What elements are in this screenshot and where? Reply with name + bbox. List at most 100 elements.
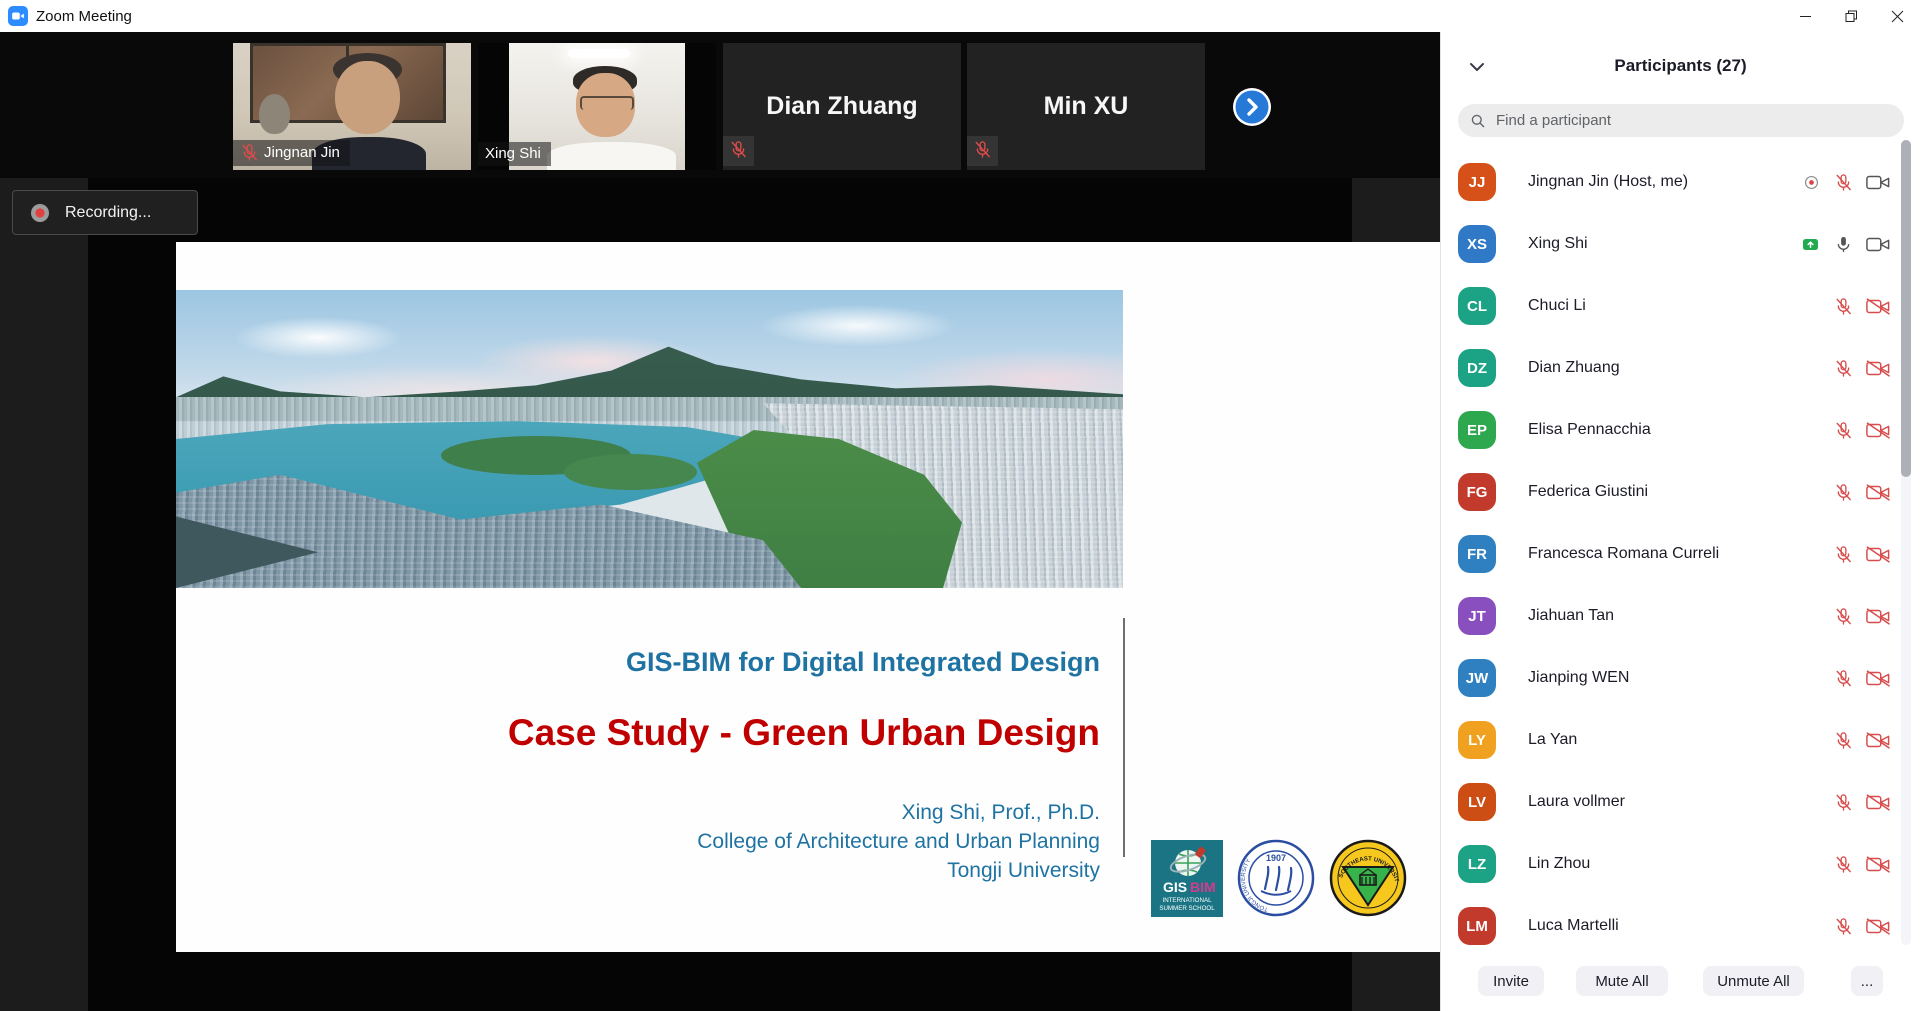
participant-status-icons [1834,917,1890,936]
mic-on-icon [1834,235,1853,254]
mic-muted-icon [1834,545,1853,564]
participant-status-icons [1834,607,1890,626]
record-indicator-icon [1802,173,1821,192]
search-input[interactable] [1494,111,1892,130]
participants-panel: Participants (27) JJ Jingnan Jin (Host, m… [1440,32,1920,1011]
participant-row[interactable]: FGFederica Giustini [1441,461,1920,523]
mic-muted-icon [973,140,992,159]
camera-off-icon [1866,422,1890,439]
avatar: JJ [1458,163,1496,201]
participant-row[interactable]: LZLin Zhou [1441,833,1920,895]
camera-off-icon [1866,546,1890,563]
mic-muted-icon [1834,669,1853,688]
mic-muted-icon [1834,855,1853,874]
camera-off-icon [1866,484,1890,501]
close-button[interactable] [1874,0,1920,32]
camera-on-icon [1866,174,1890,191]
more-options-button[interactable]: ... [1851,966,1883,996]
avatar: FR [1458,535,1496,573]
participant-name: Dian Zhuang [1528,359,1620,377]
tile-name-label: Xing Shi [478,142,551,166]
minimize-button[interactable] [1782,0,1828,32]
avatar: JT [1458,597,1496,635]
participants-title: Participants (27) [1441,56,1920,76]
zoom-app-window: Zoom Meeting Jingnan Jin Xing ShiDian Zh… [0,0,1920,1011]
participant-row[interactable]: XS Xing Shi [1441,213,1920,275]
presentation-slide: GIS-BIM for Digital Integrated Design Ca… [176,242,1440,952]
window-controls [1782,0,1920,32]
participant-row[interactable]: CLChuci Li [1441,275,1920,337]
camera-off-icon [1866,918,1890,935]
shared-screen-letterbox: GIS-BIM for Digital Integrated Design Ca… [88,178,1352,1011]
video-tile[interactable]: Jingnan Jin [233,43,471,170]
participant-name: Chuci Li [1528,297,1586,315]
scrollbar-track[interactable] [1901,140,1911,945]
unmute-all-button[interactable]: Unmute All [1703,966,1804,996]
camera-off-icon [1866,856,1890,873]
participant-name: Federica Giustini [1528,483,1648,501]
mic-muted-icon [1834,731,1853,750]
participant-name: Xing Shi [1528,235,1588,253]
participant-status-icons [1834,359,1890,378]
participant-row[interactable]: LY La Yan [1441,709,1920,771]
slide-subtitle: GIS-BIM for Digital Integrated Design [626,647,1100,678]
participant-row[interactable]: EP Elisa Pennacchia [1441,399,1920,461]
video-tile[interactable]: Xing Shi [478,43,716,170]
video-tile[interactable]: Dian Zhuang [723,43,961,170]
camera-off-icon [1866,732,1890,749]
screen-share-icon [1800,235,1821,254]
southeast-university-seal: SOUTHEAST UNIVERSITY [1329,839,1407,917]
participant-row[interactable]: JW Jianping WEN [1441,647,1920,709]
participant-status-icons [1834,297,1890,316]
recording-dot-icon [31,204,49,222]
tile-participant-name: Min XU [967,43,1205,170]
camera-off-icon [1866,794,1890,811]
camera-off-icon [1866,608,1890,625]
tongji-university-seal: 1907 TONGJI UNIVERSITY [1237,839,1315,917]
restore-button[interactable] [1828,0,1874,32]
avatar: LV [1458,783,1496,821]
video-strip: Jingnan Jin Xing Shi Dian ZhuangMin XU [0,32,1440,178]
next-videos-button[interactable] [1232,87,1272,127]
mic-muted-icon [240,143,259,162]
svg-text:BIM: BIM [1190,879,1216,895]
participant-row[interactable]: DZDian Zhuang [1441,337,1920,399]
participant-name: Elisa Pennacchia [1528,421,1651,439]
svg-text:INTERNATIONAL: INTERNATIONAL [1162,897,1212,904]
participant-name: Jingnan Jin (Host, me) [1528,173,1688,191]
avatar: XS [1458,225,1496,263]
participant-row[interactable]: JJ Jingnan Jin (Host, me) [1441,151,1920,213]
participant-name: Lin Zhou [1528,855,1590,873]
mic-muted-icon [1834,917,1853,936]
avatar: JW [1458,659,1496,697]
search-icon [1470,113,1486,129]
mute-all-button[interactable]: Mute All [1576,966,1668,996]
recording-label: Recording... [65,204,151,222]
mic-muted-icon [1834,483,1853,502]
participant-name: Luca Martelli [1528,917,1619,935]
participants-footer: Invite Mute All Unmute All... [1441,966,1920,996]
participant-row[interactable]: JTJiahuan Tan [1441,585,1920,647]
mic-muted-icon [729,140,748,159]
participants-header: Participants (27) [1441,56,1920,84]
tile-name-label: Jingnan Jin [233,140,350,166]
participant-list: JJ Jingnan Jin (Host, me) XS Xing Shi CLChuc… [1441,151,1920,957]
participant-name: Jianping WEN [1528,669,1629,687]
scrollbar-thumb[interactable] [1901,140,1911,477]
avatar: EP [1458,411,1496,449]
participant-status-icons [1834,421,1890,440]
slide-author-line: College of Architecture and Urban Planni… [697,827,1100,856]
participant-row[interactable]: FRFrancesca Romana Curreli [1441,523,1920,585]
participant-row[interactable]: LVLaura vollmer [1441,771,1920,833]
avatar: LY [1458,721,1496,759]
invite-button[interactable]: Invite [1478,966,1544,996]
video-tile[interactable]: Min XU [967,43,1205,170]
tile-muted-mic [723,136,754,166]
aerial-city-photo [176,290,1123,588]
avatar: LM [1458,907,1496,945]
mic-muted-icon [1834,359,1853,378]
slide-author-line: Xing Shi, Prof., Ph.D. [697,798,1100,827]
mic-muted-icon [1834,793,1853,812]
participant-name: La Yan [1528,731,1577,749]
participant-row[interactable]: LM Luca Martelli [1441,895,1920,957]
